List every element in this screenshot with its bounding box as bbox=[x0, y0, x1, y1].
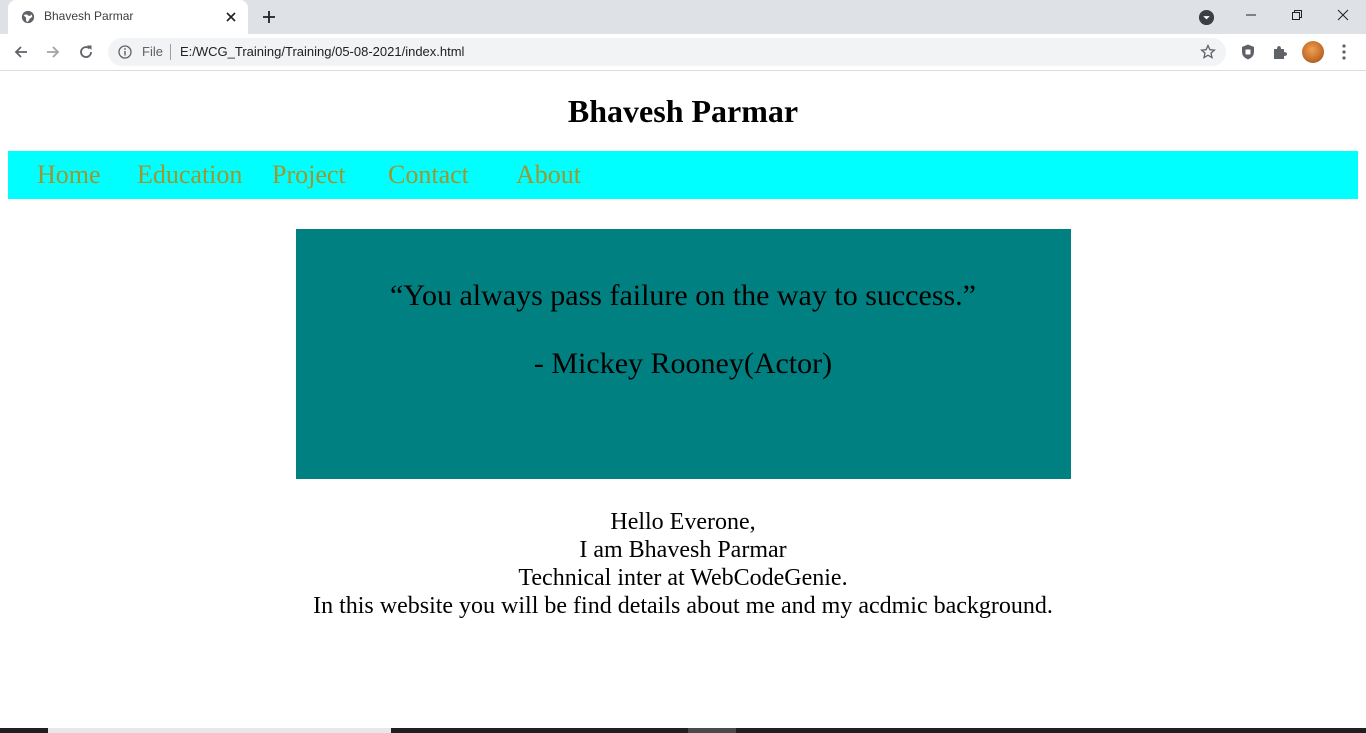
restore-button[interactable] bbox=[1274, 0, 1320, 30]
avatar[interactable] bbox=[1302, 41, 1324, 63]
taskbar-item[interactable] bbox=[688, 728, 736, 733]
close-icon bbox=[1337, 9, 1349, 21]
site-navbar: Home Education Project Contact About bbox=[8, 151, 1358, 199]
close-icon[interactable] bbox=[223, 9, 239, 25]
address-bar[interactable]: File E:/WCG_Training/Training/05-08-2021… bbox=[108, 38, 1226, 66]
tab-strip: Bhavesh Parmar bbox=[0, 0, 1366, 34]
star-icon[interactable] bbox=[1200, 44, 1216, 60]
page-title: Bhavesh Parmar bbox=[567, 93, 799, 129]
intro-line: Hello Everone, bbox=[610, 509, 756, 535]
arrow-right-icon[interactable] bbox=[44, 43, 62, 61]
tab-title: Bhavesh Parmar bbox=[44, 9, 134, 23]
url-text[interactable]: E:/WCG_Training/Training/05-08-2021/inde… bbox=[180, 44, 464, 59]
intro-text: Hello Everone, I am Bhavesh Parmar Techn… bbox=[0, 508, 1366, 620]
tab-search-icon[interactable] bbox=[1198, 9, 1215, 26]
nav-link-home[interactable]: Home bbox=[37, 160, 101, 190]
intro-line: Technical inter at WebCodeGenie. bbox=[518, 565, 848, 591]
three-dots-icon[interactable] bbox=[1336, 43, 1352, 61]
nav-link-contact[interactable]: Contact bbox=[388, 160, 469, 190]
quote-author: - Mickey Rooney(Actor) bbox=[533, 347, 833, 380]
arrow-left-icon[interactable] bbox=[12, 43, 30, 61]
quote-text: “You always pass failure on the way to s… bbox=[390, 279, 976, 312]
intro-line: I am Bhavesh Parmar bbox=[579, 537, 787, 563]
omnibox-separator bbox=[170, 44, 171, 60]
plus-icon[interactable] bbox=[260, 8, 278, 26]
taskbar bbox=[0, 728, 1366, 733]
nav-link-about[interactable]: About bbox=[516, 160, 581, 190]
taskbar-active-item[interactable] bbox=[48, 728, 391, 733]
intro-line: In this website you will be find details… bbox=[313, 593, 1053, 619]
browser-tab[interactable]: Bhavesh Parmar bbox=[8, 0, 248, 34]
minimize-icon bbox=[1246, 14, 1256, 16]
nav-link-education[interactable]: Education bbox=[137, 160, 242, 190]
puzzle-icon[interactable] bbox=[1271, 43, 1289, 61]
globe-icon bbox=[21, 10, 35, 24]
nav-link-project[interactable]: Project bbox=[272, 160, 346, 190]
close-window-button[interactable] bbox=[1320, 0, 1366, 30]
scheme-label: File bbox=[142, 44, 163, 59]
info-icon[interactable] bbox=[118, 45, 132, 59]
reload-icon[interactable] bbox=[77, 43, 95, 61]
minimize-button[interactable] bbox=[1228, 0, 1274, 30]
shield-icon[interactable] bbox=[1239, 43, 1257, 61]
browser-toolbar: File E:/WCG_Training/Training/05-08-2021… bbox=[0, 34, 1366, 71]
restore-icon bbox=[1292, 10, 1302, 20]
